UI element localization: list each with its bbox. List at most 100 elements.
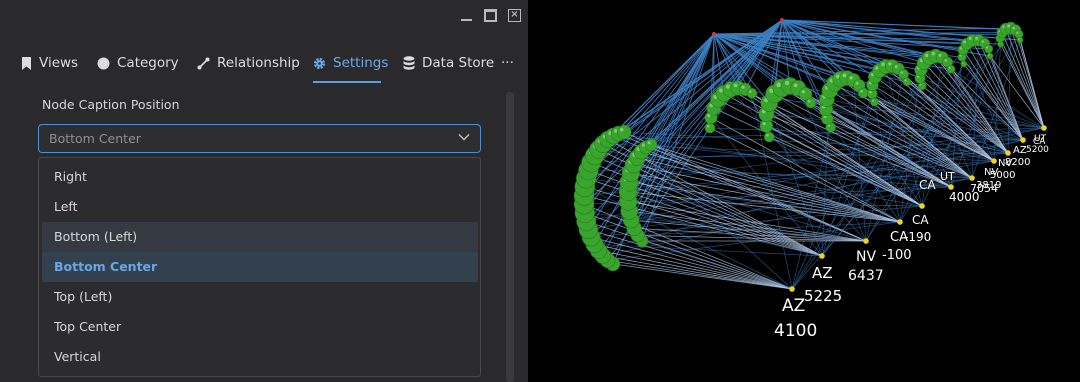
graph-node-highlight <box>733 83 738 88</box>
option-vertical[interactable]: Vertical <box>42 342 478 372</box>
graph-node-highlight <box>762 122 766 126</box>
tab-category[interactable]: Category <box>97 44 179 82</box>
graph-node-highlight <box>944 59 948 62</box>
graph-node-highlight <box>881 62 885 67</box>
graph-node-highlight <box>749 90 752 93</box>
graph-label-state: AZ <box>782 296 805 316</box>
graph-node-highlight <box>835 74 840 79</box>
option-left[interactable]: Left <box>42 192 478 222</box>
graph-edge-highlight <box>591 236 793 290</box>
graph-hub-node <box>780 18 784 22</box>
network-graph[interactable]: AZ4100AZ5225NV6437CA-100CA-190CA4000UT70… <box>528 0 1080 382</box>
graph-label-dot <box>969 175 975 181</box>
graph-node-highlight <box>784 80 790 86</box>
graph-edge <box>641 240 793 290</box>
caption-position-label: Node Caption Position <box>42 97 180 112</box>
graph-node-highlight <box>900 71 904 74</box>
option-top-center[interactable]: Top Center <box>42 312 478 342</box>
graph-label-value: 5000 <box>990 170 1015 181</box>
more-icon: ··· <box>501 55 514 71</box>
minimize-icon[interactable] <box>460 9 473 22</box>
graph-node-highlight <box>860 90 863 93</box>
graph-edges <box>583 19 1045 290</box>
graph-node-highlight <box>707 125 710 128</box>
panel-scrollbar[interactable] <box>506 92 514 382</box>
graph-node-highlight <box>707 113 711 118</box>
close-icon[interactable]: × <box>508 9 521 22</box>
maximize-icon[interactable] <box>484 9 497 22</box>
gear-icon <box>313 57 326 69</box>
graph-node-highlight <box>1018 38 1020 40</box>
graph-node-highlight <box>938 53 942 57</box>
tab-settings[interactable]: Settings <box>313 44 388 82</box>
option-top-left[interactable]: Top (Left) <box>42 282 478 312</box>
tab-views[interactable]: Views <box>21 44 78 82</box>
graph-label-value: 8200 <box>1005 157 1030 168</box>
option-bottom-center[interactable]: Bottom Center <box>42 252 478 282</box>
graph-label-dot <box>789 286 795 292</box>
tab-data-store[interactable]: Data Store <box>403 44 494 82</box>
graph-label-state: AZ <box>1013 145 1027 156</box>
graph-label-dot <box>948 184 954 190</box>
graph-edge-highlight <box>607 259 793 290</box>
graph-edge-highlight <box>598 250 793 290</box>
graph-node-highlight <box>925 53 929 58</box>
graph-node <box>763 131 775 143</box>
caption-position-select[interactable]: Bottom Center <box>38 124 481 153</box>
graph-edge <box>612 263 793 290</box>
graph-edge-highlight <box>1010 27 1045 129</box>
caption-position-options: Right Left Bottom (Left) Bottom Center T… <box>38 157 481 377</box>
graph-edge-highlight <box>988 48 1024 141</box>
graph-node <box>902 77 912 87</box>
graph-label-state: CA <box>1033 137 1046 147</box>
graph-node-highlight <box>931 51 935 56</box>
graph-node-highlight <box>968 36 972 40</box>
tab-views-label: Views <box>39 55 79 71</box>
graph-label-state: AZ <box>812 264 833 282</box>
tab-relationship[interactable]: Relationship <box>197 44 300 82</box>
graph-node-highlight <box>988 54 990 56</box>
graph-node-highlight <box>793 83 798 88</box>
graph-label-value: 3819 <box>976 180 1001 191</box>
link-icon <box>197 57 210 69</box>
more-tabs-button[interactable]: ··· <box>501 44 514 82</box>
graph-edge-highlight <box>594 243 793 290</box>
graph-node <box>616 124 632 140</box>
tab-relationship-label: Relationship <box>217 55 300 71</box>
graph-node <box>704 122 716 134</box>
graph-node-highlight <box>726 84 730 89</box>
graph-node-highlight <box>647 141 651 145</box>
graph-edge-highlight <box>1005 28 1045 129</box>
graph-node-highlight <box>1007 24 1011 28</box>
graph-label-dot <box>863 238 869 244</box>
graph-node <box>984 44 994 54</box>
graph-label-value: 5225 <box>804 287 842 305</box>
graph-label-dot <box>1041 125 1047 131</box>
graph-node <box>644 138 658 152</box>
circle-icon <box>97 57 110 69</box>
graph-label-value: -190 <box>904 230 931 244</box>
option-bottom-left[interactable]: Bottom (Left) <box>42 222 478 252</box>
database-icon <box>403 56 415 70</box>
graph-node-highlight <box>801 90 805 94</box>
graph-node-highlight <box>1016 31 1019 34</box>
graph-node <box>858 87 869 99</box>
graph-edge <box>607 33 715 140</box>
graph-node-highlight <box>869 90 872 94</box>
graph-node-highlight <box>986 46 989 49</box>
graph-canvas[interactable]: AZ 4100 AZ 5225 NV 6437 CA -100 CA -190 CA 4000 UT 70… <box>528 0 1080 382</box>
graph-node-highlight <box>842 73 847 78</box>
active-tab-indicator <box>313 81 381 83</box>
graph-label-value: -100 <box>882 248 912 263</box>
graph-node <box>986 52 994 60</box>
graph-label-state: CA <box>919 178 936 192</box>
graph-node <box>870 97 879 107</box>
graph-label-value: 6437 <box>848 268 884 284</box>
graph-node-highlight <box>904 79 907 82</box>
graph-label-state: CA <box>912 213 929 227</box>
graph-node-highlight <box>807 100 811 103</box>
graph-node-highlight <box>872 99 875 102</box>
graph-node-highlight <box>962 62 964 64</box>
option-right[interactable]: Right <box>42 162 478 192</box>
graph-node <box>805 97 817 109</box>
